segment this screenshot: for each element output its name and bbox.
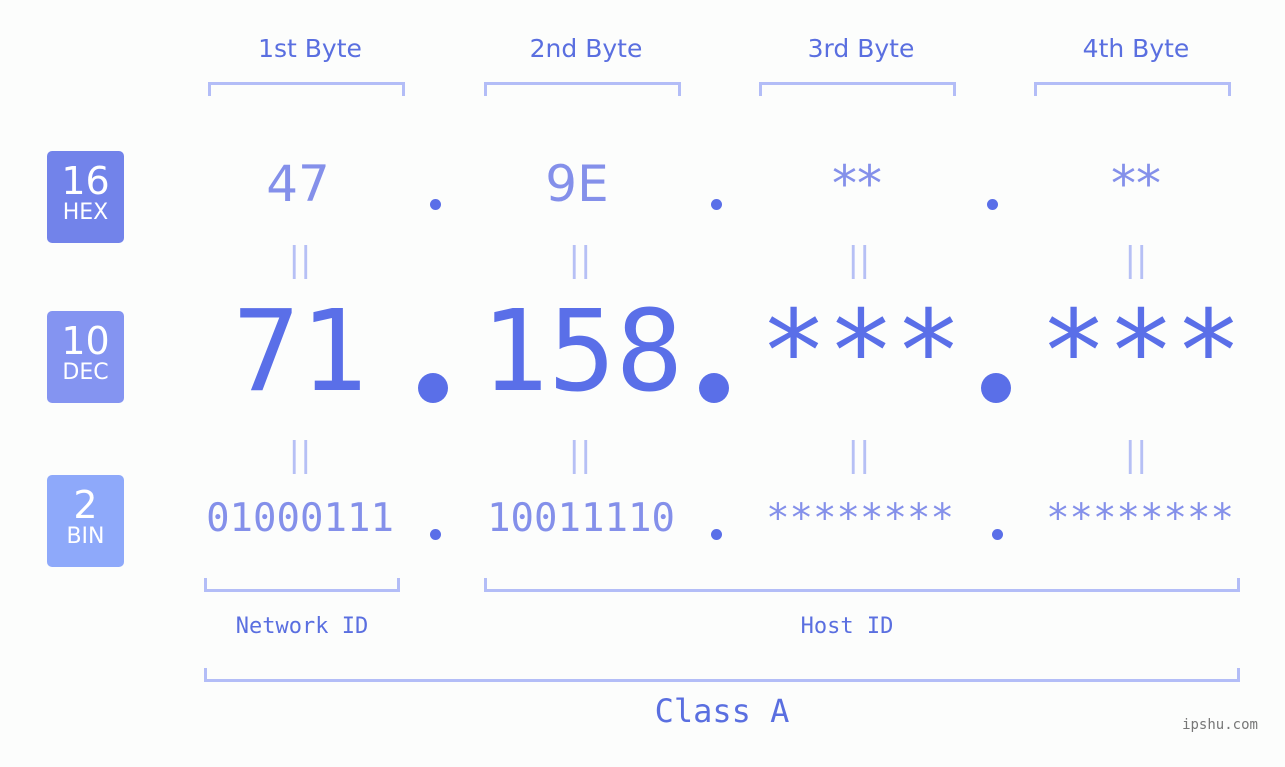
bin-dot-1: [430, 529, 441, 540]
class-bracket: [204, 668, 1240, 682]
hex-label: HEX: [62, 200, 109, 225]
hex-dot-3: [987, 199, 998, 210]
class-label: Class A: [654, 692, 790, 730]
equals-icon: ||: [847, 240, 871, 280]
hex-badge: 16 HEX: [47, 151, 124, 243]
hex-octet-4: **: [1111, 155, 1161, 213]
byte-bracket-2: [484, 82, 681, 96]
bin-dot-2: [711, 529, 722, 540]
equals-icon: ||: [1124, 240, 1148, 280]
byte-header-3: 3rd Byte: [807, 34, 915, 63]
dec-octet-3: ***: [759, 287, 963, 417]
equals-icon: ||: [288, 240, 312, 280]
equals-icon: ||: [847, 435, 871, 475]
equals-icon: ||: [1124, 435, 1148, 475]
bin-badge: 2 BIN: [47, 475, 124, 567]
network-id-bracket: [204, 578, 400, 592]
dec-dot-3: [981, 373, 1011, 403]
dec-octet-2: 158: [480, 287, 684, 417]
bin-dot-3: [992, 529, 1003, 540]
hex-octet-2: 9E: [545, 155, 609, 213]
dec-badge: 10 DEC: [47, 311, 124, 403]
equals-icon: ||: [568, 435, 592, 475]
hex-octet-1: 47: [266, 155, 330, 213]
dec-octet-4: ***: [1039, 287, 1243, 417]
bin-base: 2: [73, 483, 98, 527]
watermark: ipshu.com: [1182, 717, 1258, 733]
network-id-label: Network ID: [235, 614, 369, 639]
dec-label: DEC: [62, 360, 109, 385]
bin-octet-4: ********: [1046, 496, 1234, 541]
hex-dot-2: [711, 199, 722, 210]
dec-dot-1: [418, 373, 448, 403]
dec-base: 10: [61, 319, 110, 363]
hex-dot-1: [430, 199, 441, 210]
dec-dot-2: [699, 373, 729, 403]
bin-label: BIN: [66, 524, 105, 549]
byte-bracket-4: [1034, 82, 1231, 96]
hex-octet-3: **: [832, 155, 882, 213]
byte-bracket-3: [759, 82, 956, 96]
bin-octet-1: 01000111: [206, 496, 394, 541]
byte-header-4: 4th Byte: [1082, 34, 1190, 63]
equals-icon: ||: [288, 435, 312, 475]
hex-base: 16: [61, 159, 110, 203]
bin-octet-2: 10011110: [487, 496, 675, 541]
dec-octet-1: 71: [232, 287, 368, 417]
byte-header-1: 1st Byte: [258, 34, 362, 63]
host-id-bracket: [484, 578, 1240, 592]
byte-bracket-1: [208, 82, 405, 96]
host-id-label: Host ID: [800, 614, 894, 639]
byte-header-2: 2nd Byte: [529, 34, 643, 63]
bin-octet-3: ********: [766, 496, 954, 541]
equals-icon: ||: [568, 240, 592, 280]
